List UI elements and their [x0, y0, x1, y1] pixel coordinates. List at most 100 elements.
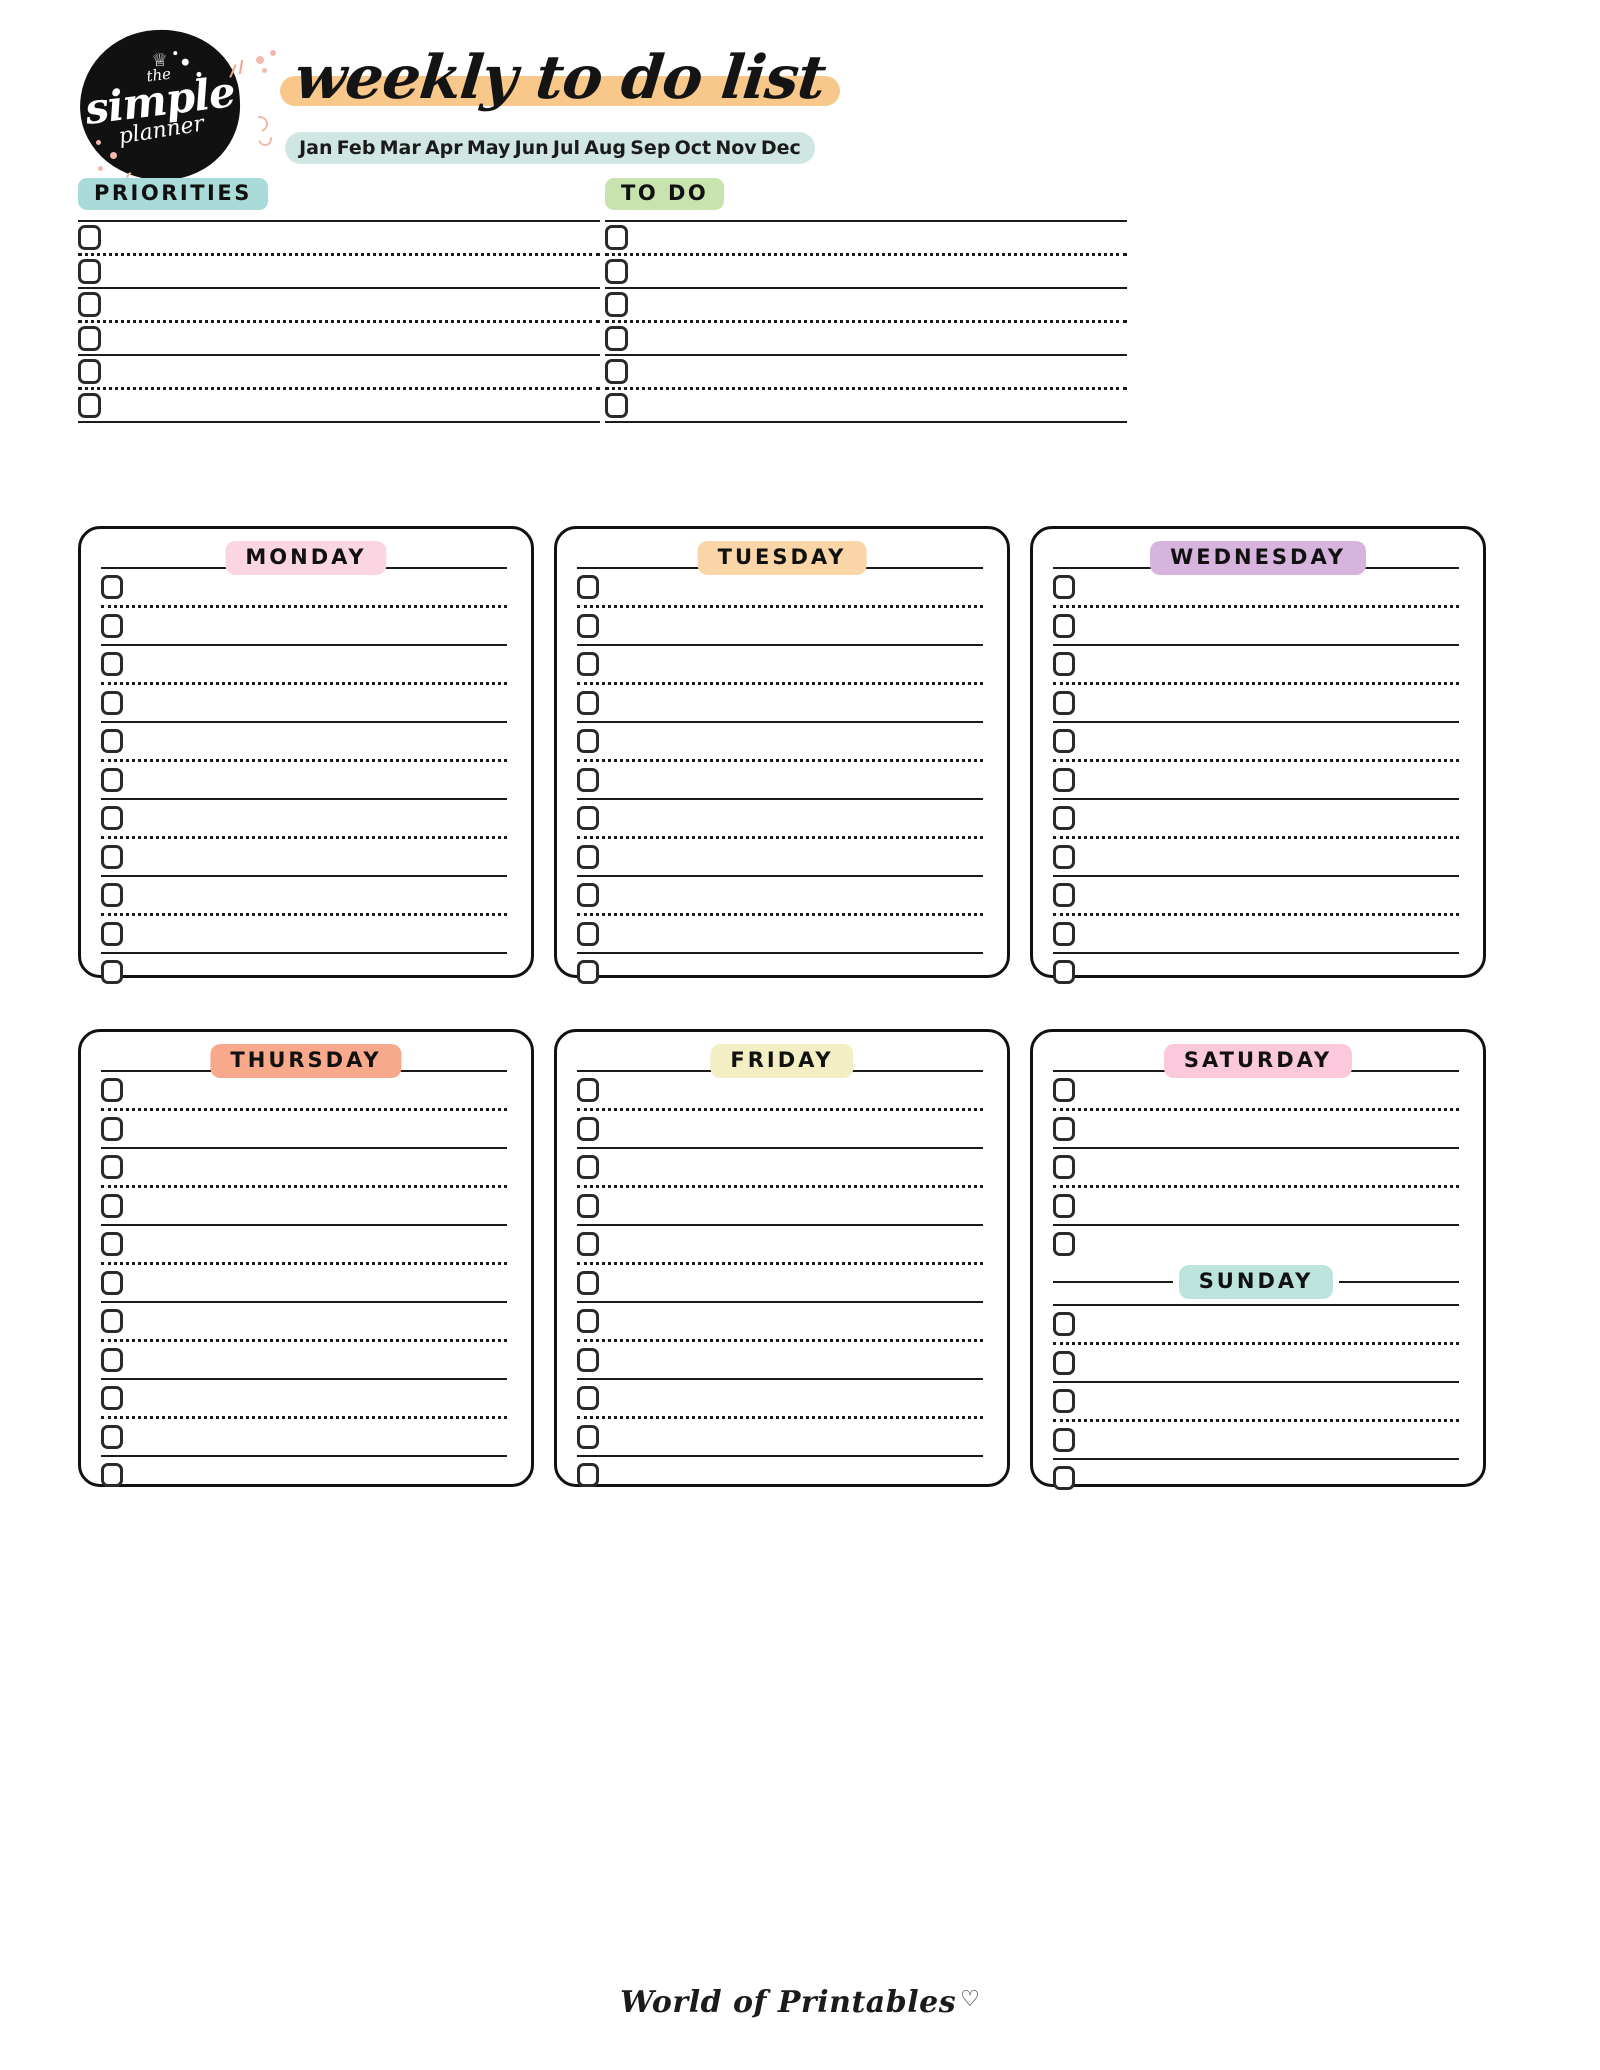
write-line[interactable] [599, 800, 983, 836]
month-aug[interactable]: Aug [584, 138, 626, 158]
write-line[interactable] [599, 685, 983, 721]
checkbox[interactable] [577, 845, 599, 869]
write-line[interactable] [1075, 954, 1459, 990]
checkbox[interactable] [605, 259, 628, 284]
write-line[interactable] [599, 1457, 983, 1493]
checkbox[interactable] [101, 691, 123, 715]
checkbox[interactable] [1053, 922, 1075, 946]
write-line[interactable] [599, 723, 983, 759]
checkbox[interactable] [1053, 883, 1075, 907]
write-line[interactable] [599, 839, 983, 875]
checkbox[interactable] [577, 652, 599, 676]
checkbox[interactable] [605, 326, 628, 351]
write-line[interactable] [1075, 839, 1459, 875]
checkbox[interactable] [577, 1271, 599, 1295]
checkbox[interactable] [1053, 652, 1075, 676]
checkbox[interactable] [577, 1078, 599, 1102]
checkbox[interactable] [1053, 691, 1075, 715]
checkbox[interactable] [101, 1309, 123, 1333]
checkbox[interactable] [101, 960, 123, 984]
day-badge-sunday[interactable]: SUNDAY [1178, 1265, 1334, 1299]
write-line[interactable] [123, 800, 507, 836]
checkbox[interactable] [577, 1386, 599, 1410]
write-line[interactable] [123, 1380, 507, 1416]
checkbox[interactable] [101, 1386, 123, 1410]
write-line[interactable] [1075, 685, 1459, 721]
checkbox[interactable] [577, 960, 599, 984]
write-line[interactable] [1075, 646, 1459, 682]
write-line[interactable] [1075, 1188, 1459, 1224]
checkbox[interactable] [101, 1078, 123, 1102]
checkbox[interactable] [577, 1194, 599, 1218]
checkbox[interactable] [78, 393, 101, 418]
write-line[interactable] [1075, 1306, 1459, 1342]
checkbox[interactable] [577, 1348, 599, 1372]
write-line[interactable] [123, 685, 507, 721]
checkbox[interactable] [101, 1155, 123, 1179]
checkbox[interactable] [101, 922, 123, 946]
day-badge-monday[interactable]: MONDAY [225, 541, 387, 575]
checkbox[interactable] [577, 1309, 599, 1333]
write-line[interactable] [599, 1188, 983, 1224]
write-line[interactable] [123, 1419, 507, 1455]
checkbox[interactable] [1053, 575, 1075, 599]
month-feb[interactable]: Feb [337, 138, 376, 158]
checkbox[interactable] [577, 729, 599, 753]
checkbox[interactable] [78, 292, 101, 317]
checkbox[interactable] [1053, 729, 1075, 753]
write-line[interactable] [123, 1226, 507, 1262]
write-line[interactable] [1075, 1111, 1459, 1147]
checkbox[interactable] [101, 1348, 123, 1372]
write-line[interactable] [101, 323, 600, 354]
checkbox[interactable] [605, 292, 628, 317]
write-line[interactable] [123, 916, 507, 952]
checkbox[interactable] [1053, 1389, 1075, 1413]
checkbox[interactable] [577, 768, 599, 792]
write-line[interactable] [1075, 916, 1459, 952]
month-may[interactable]: May [467, 138, 511, 158]
write-line[interactable] [599, 608, 983, 644]
checkbox[interactable] [577, 883, 599, 907]
write-line[interactable] [1075, 723, 1459, 759]
write-line[interactable] [1075, 608, 1459, 644]
write-line[interactable] [599, 1265, 983, 1301]
month-jul[interactable]: Jul [553, 138, 580, 158]
write-line[interactable] [1075, 877, 1459, 913]
checkbox[interactable] [101, 1425, 123, 1449]
checkbox[interactable] [101, 1194, 123, 1218]
write-line[interactable] [123, 1265, 507, 1301]
checkbox[interactable] [78, 259, 101, 284]
write-line[interactable] [599, 1380, 983, 1416]
checkbox[interactable] [577, 1232, 599, 1256]
checkbox[interactable] [1053, 1351, 1075, 1375]
checkbox[interactable] [1053, 614, 1075, 638]
write-line[interactable] [599, 954, 983, 990]
checkbox[interactable] [101, 1232, 123, 1256]
month-dec[interactable]: Dec [761, 138, 801, 158]
checkbox[interactable] [78, 359, 101, 384]
checkbox[interactable] [78, 326, 101, 351]
checkbox[interactable] [577, 1425, 599, 1449]
checkbox[interactable] [1053, 768, 1075, 792]
write-line[interactable] [1075, 1226, 1459, 1262]
checkbox[interactable] [577, 1155, 599, 1179]
write-line[interactable] [1075, 800, 1459, 836]
checkbox[interactable] [101, 614, 123, 638]
write-line[interactable] [1075, 1149, 1459, 1185]
checkbox[interactable] [1053, 1312, 1075, 1336]
checkbox[interactable] [1053, 806, 1075, 830]
checkbox[interactable] [1053, 1232, 1075, 1256]
checkbox[interactable] [577, 614, 599, 638]
write-line[interactable] [123, 1111, 507, 1147]
day-badge-friday[interactable]: FRIDAY [710, 1044, 854, 1078]
write-line[interactable] [123, 954, 507, 990]
write-line[interactable] [599, 877, 983, 913]
checkbox[interactable] [1053, 1466, 1075, 1490]
checkbox[interactable] [101, 729, 123, 753]
write-line[interactable] [123, 839, 507, 875]
checkbox[interactable] [101, 806, 123, 830]
write-line[interactable] [599, 762, 983, 798]
checkbox[interactable] [605, 359, 628, 384]
month-jun[interactable]: Jun [515, 138, 549, 158]
checkbox[interactable] [1053, 1194, 1075, 1218]
